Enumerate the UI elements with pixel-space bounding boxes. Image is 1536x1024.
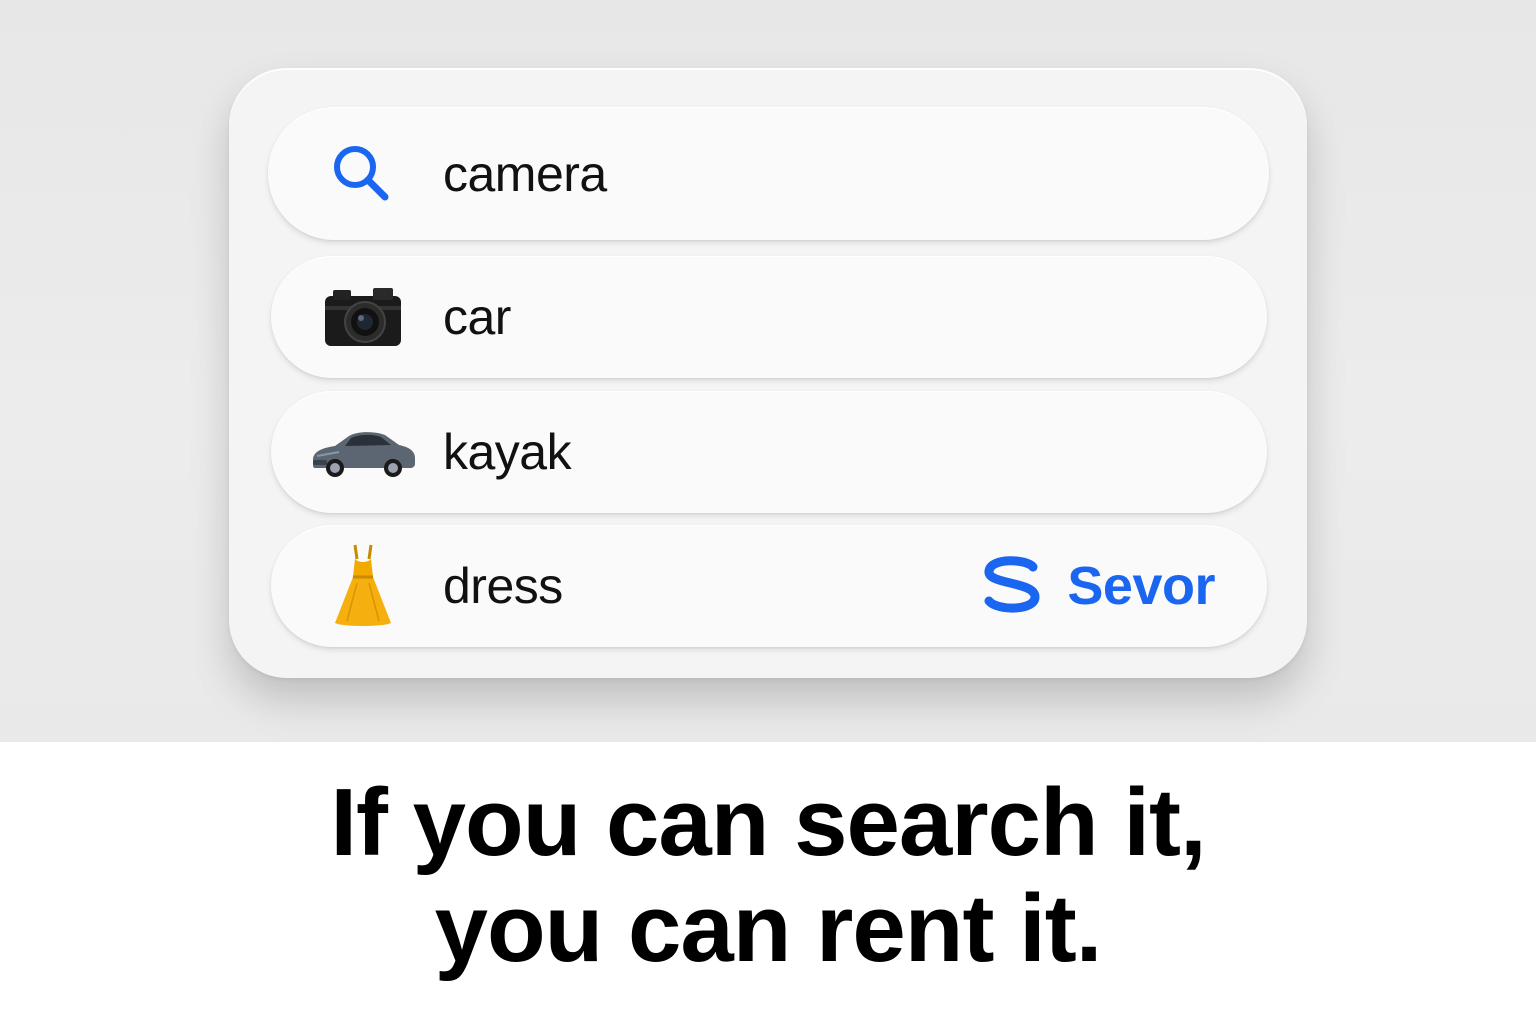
camera-icon <box>303 272 423 362</box>
tagline: If you can search it, you can rent it. <box>0 770 1536 982</box>
car-icon <box>303 407 423 497</box>
suggestion-label: dress <box>443 558 563 614</box>
tagline-line-2: you can rent it. <box>434 875 1103 982</box>
suggestion-item-car[interactable]: car <box>271 256 1267 378</box>
sevor-logo-icon <box>981 553 1043 620</box>
search-bar[interactable]: camera <box>268 107 1269 240</box>
brand-logo[interactable]: Sevor <box>981 553 1215 620</box>
suggestion-label: kayak <box>443 424 572 480</box>
suggestion-item-dress[interactable]: dress Sevor <box>271 525 1267 647</box>
suggestion-item-kayak[interactable]: kayak <box>271 391 1267 513</box>
tagline-line-1: If you can search it, <box>330 769 1206 876</box>
search-icon[interactable] <box>322 129 402 219</box>
dress-icon <box>303 541 423 631</box>
suggestion-label: car <box>443 289 511 345</box>
brand-name: Sevor <box>1067 556 1215 616</box>
search-input[interactable]: camera <box>443 145 607 203</box>
